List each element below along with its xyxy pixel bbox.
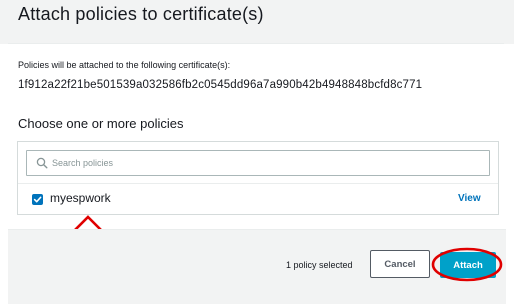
cancel-button[interactable]: Cancel: [370, 250, 430, 278]
policy-name: myespwork: [50, 191, 111, 205]
view-policy-link[interactable]: View: [458, 193, 481, 204]
dialog-title: Attach policies to certificate(s): [18, 4, 264, 24]
policy-checkbox[interactable]: [32, 194, 43, 205]
policy-list-item[interactable]: myespwork View: [18, 184, 498, 214]
search-policies-input[interactable]: [52, 154, 472, 172]
search-icon: [36, 157, 48, 169]
certificate-info-label: Policies will be attached to the followi…: [18, 60, 231, 70]
header-divider: [8, 43, 504, 44]
policies-section-title: Choose one or more policies: [18, 116, 184, 131]
footer-divider: [8, 229, 506, 230]
attach-highlight-circle: [431, 247, 503, 282]
search-box[interactable]: [26, 150, 490, 176]
policy-selection-panel: myespwork View: [17, 141, 499, 215]
selection-status: 1 policy selected: [286, 260, 353, 270]
dialog-header: Attach policies to certificate(s): [0, 0, 514, 44]
checkmark-icon: [33, 196, 42, 203]
certificate-id: 1f912a22f21be501539a032586fb2c0545dd96a7…: [18, 79, 423, 91]
